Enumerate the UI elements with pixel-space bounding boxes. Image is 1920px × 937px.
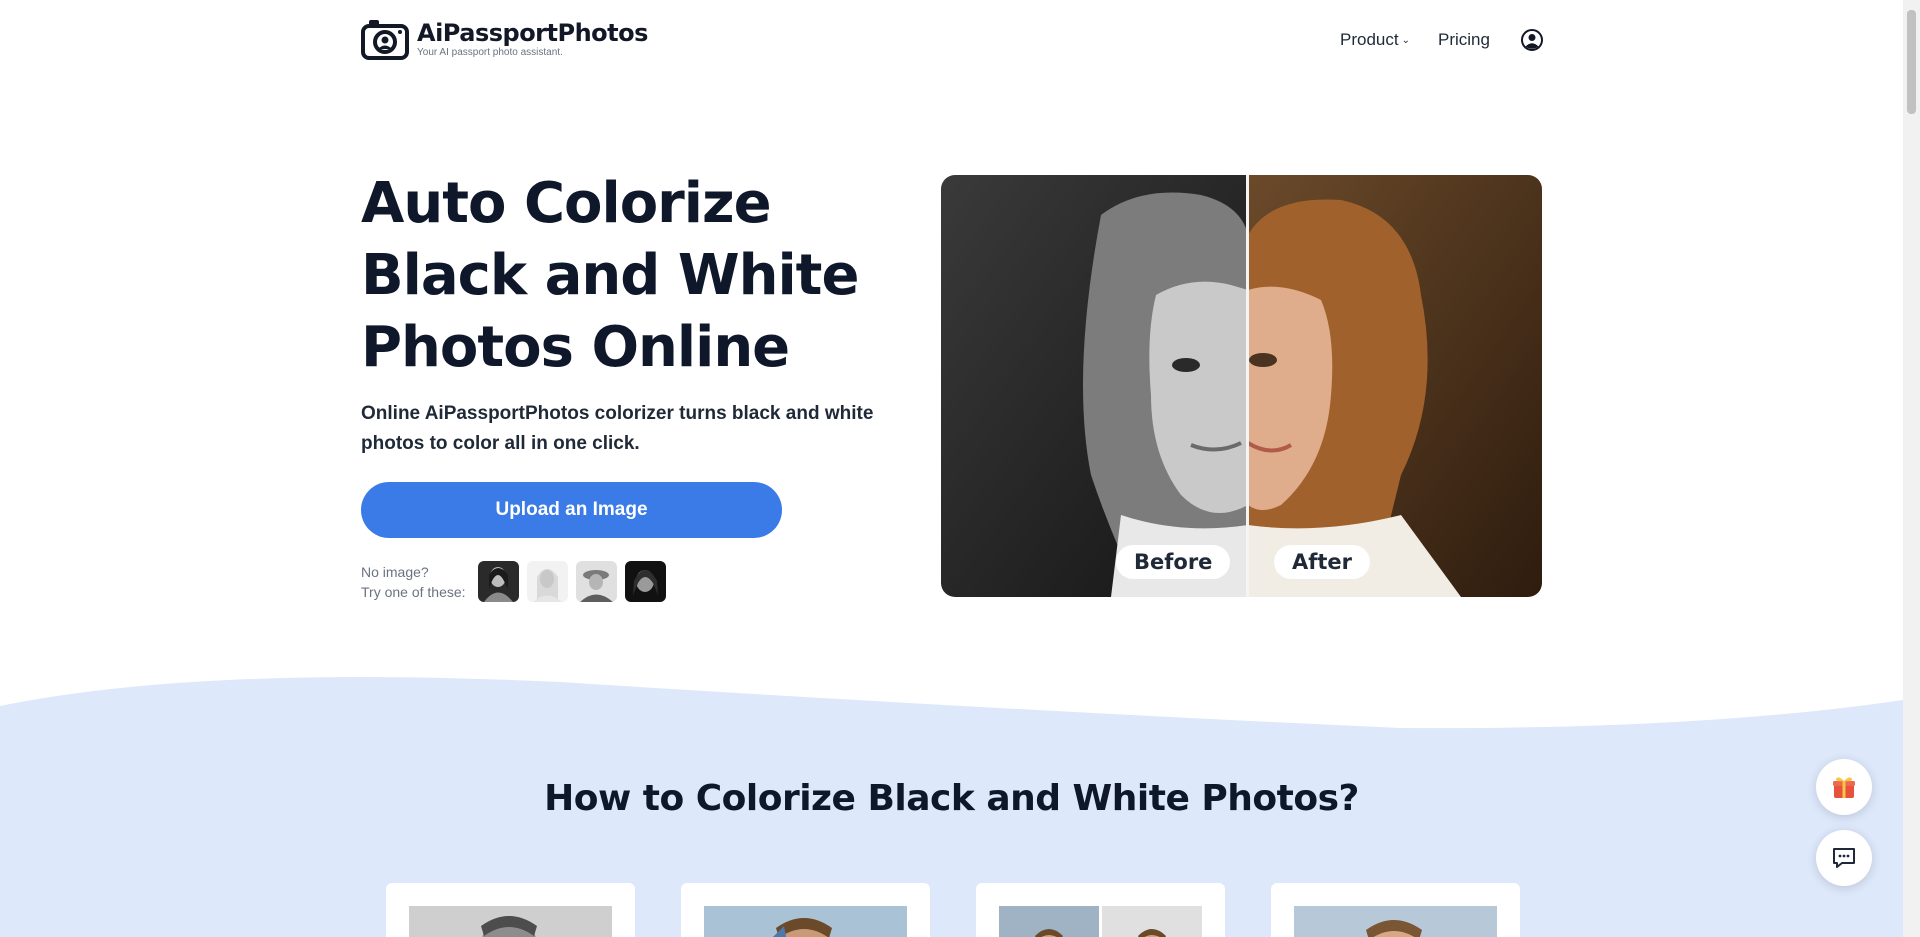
sample-thumb-3[interactable] (575, 561, 617, 602)
chat-button[interactable] (1816, 830, 1872, 886)
nav-product[interactable]: Product ⌄ (1340, 30, 1410, 50)
chat-icon (1833, 848, 1855, 868)
user-circle-icon (1520, 29, 1543, 51)
sample-images: No image? Try one of these: (361, 561, 674, 602)
chevron-down-icon: ⌄ (1401, 34, 1410, 46)
step-image-2 (704, 906, 907, 937)
account-button[interactable] (1520, 28, 1544, 52)
step-card (1271, 883, 1520, 937)
sample-thumb-4[interactable] (624, 561, 666, 602)
gift-icon (1833, 777, 1855, 798)
logo-name: AiPassportPhotos (417, 19, 648, 47)
step-image-4 (1294, 906, 1497, 937)
nav-pricing[interactable]: Pricing (1438, 30, 1490, 50)
upload-image-button[interactable]: Upload an Image (361, 482, 782, 538)
site-header: AiPassportPhotos Your AI passport photo … (0, 0, 1903, 80)
scrollbar-thumb[interactable] (1907, 10, 1916, 114)
logo[interactable]: AiPassportPhotos Your AI passport photo … (361, 18, 648, 60)
page-scrollbar[interactable] (1903, 0, 1920, 937)
sample-photo-4 (624, 561, 666, 602)
sample-photo-1 (477, 561, 519, 602)
portrait-comparison (941, 175, 1542, 597)
samples-line-1: No image? (361, 563, 429, 580)
after-label: After (1274, 545, 1371, 579)
step-card (976, 883, 1225, 937)
step-card (681, 883, 930, 937)
how-to-steps (386, 883, 1520, 937)
step-card (386, 883, 635, 937)
sample-thumb-1[interactable] (477, 561, 519, 602)
nav-pricing-label: Pricing (1437, 30, 1490, 49)
sample-thumb-2[interactable] (526, 561, 568, 602)
how-to-title: How to Colorize Black and White Photos? (544, 778, 1359, 819)
sample-photo-2 (526, 561, 568, 602)
nav-product-label: Product (1340, 30, 1399, 49)
step-image-3 (999, 906, 1202, 937)
before-after-image[interactable] (941, 175, 1542, 597)
logo-tagline: Your AI passport photo assistant. (417, 47, 563, 58)
samples-line-2: Try one of these: (361, 583, 466, 600)
camera-icon (361, 20, 409, 60)
hero-title: Auto Colorize Black and White Photos Onl… (361, 171, 859, 380)
hero-subtitle: Online AiPassportPhotos colorizer turns … (361, 403, 874, 454)
sample-photo-3 (575, 561, 617, 602)
step-image-1 (409, 906, 612, 937)
main-nav: Product ⌄ Pricing (1340, 28, 1544, 52)
before-label: Before (1116, 545, 1231, 579)
gift-button[interactable] (1816, 759, 1872, 815)
